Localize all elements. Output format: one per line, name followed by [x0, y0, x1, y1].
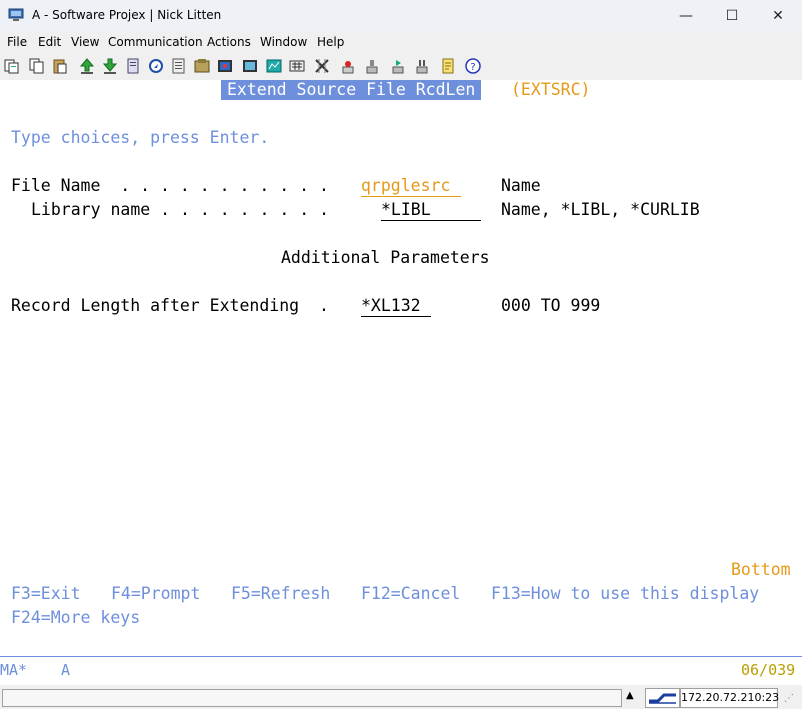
status-bar: ▲ 172.20.72.210:23 ⋰: [0, 685, 802, 709]
copy-icon[interactable]: [4, 58, 20, 74]
fkey-f13[interactable]: F13=How to use this display: [491, 584, 759, 604]
window-title: A - Software Projex | Nick Litten: [32, 8, 222, 22]
additional-parameters-heading: Additional Parameters: [281, 248, 490, 267]
svg-text:?: ?: [470, 62, 475, 73]
menu-view[interactable]: View: [71, 35, 99, 49]
up-arrow-icon: ▲: [626, 690, 634, 701]
connection-status-icon: [645, 688, 680, 708]
close-button[interactable]: ✕: [756, 4, 800, 28]
status-message-field: [2, 689, 622, 707]
fkey-f5[interactable]: F5=Refresh: [231, 584, 330, 604]
maximize-button[interactable]: ☐: [710, 4, 754, 28]
record-length-label: Record Length after Extending .: [11, 296, 329, 315]
menu-communication[interactable]: Communication: [108, 35, 203, 49]
toolbar: ?: [0, 52, 802, 81]
paste-icon[interactable]: [52, 58, 68, 74]
display-icon[interactable]: [194, 58, 210, 74]
record-length-input[interactable]: *XL132: [361, 296, 431, 317]
menu-help[interactable]: Help: [317, 35, 344, 49]
operator-info-area: MA* A 06/039: [0, 657, 802, 685]
file-name-label: File Name . . . . . . . . . . .: [11, 176, 329, 195]
command-name: (EXTSRC): [511, 80, 591, 99]
send-file-icon[interactable]: [79, 58, 95, 74]
library-label: Library name . . . . . . . . .: [31, 200, 330, 219]
stop-icon[interactable]: [390, 58, 406, 74]
play-macro-icon[interactable]: [171, 58, 187, 74]
copy-append-icon[interactable]: [29, 58, 45, 74]
session-letter: A: [61, 661, 71, 679]
file-name-input[interactable]: qrpglesrc: [361, 176, 461, 197]
title-bar: A - Software Projex | Nick Litten — ☐ ✕: [0, 0, 802, 32]
menu-window[interactable]: Window: [260, 35, 307, 49]
bottom-indicator: Bottom: [731, 560, 791, 579]
help-icon[interactable]: ?: [465, 58, 481, 74]
terminal-screen[interactable]: Extend Source File RcdLen (EXTSRC) Type …: [0, 80, 802, 656]
record-length-hint: 000 TO 999: [501, 296, 601, 315]
play-icon[interactable]: [414, 58, 430, 74]
receive-file-icon[interactable]: [102, 58, 118, 74]
instruction-text: Type choices, press Enter.: [11, 128, 270, 147]
tools-icon[interactable]: [340, 58, 356, 74]
print-screen-icon[interactable]: [125, 58, 141, 74]
record-icon[interactable]: [364, 58, 380, 74]
fkey-f12[interactable]: F12=Cancel: [361, 584, 460, 604]
bug-icon[interactable]: [217, 58, 233, 74]
minimize-button[interactable]: —: [664, 4, 708, 28]
library-input[interactable]: *LIBL: [381, 200, 481, 221]
cursor-position: 06/039: [741, 661, 796, 679]
keyboard-map-icon[interactable]: [289, 58, 305, 74]
resize-grip-icon[interactable]: ⋰: [784, 693, 794, 704]
fkey-f24[interactable]: F24=More keys: [11, 608, 140, 628]
record-macro-icon[interactable]: [148, 58, 164, 74]
menu-actions[interactable]: Actions: [207, 35, 251, 49]
macro-record-icon[interactable]: [242, 58, 258, 74]
fkey-f3[interactable]: F3=Exit: [11, 584, 81, 604]
fkey-f4[interactable]: F4=Prompt: [111, 584, 200, 604]
library-hint: Name, *LIBL, *CURLIB: [501, 200, 700, 219]
menu-bar: File Edit View Communication Actions Win…: [0, 32, 802, 52]
menu-edit[interactable]: Edit: [38, 35, 61, 49]
menu-file[interactable]: File: [7, 35, 27, 49]
host-address: 172.20.72.210:23: [680, 688, 779, 708]
screen-title: Extend Source File RcdLen: [221, 80, 482, 100]
terminal-app-icon: [8, 8, 24, 21]
notes-icon[interactable]: [440, 58, 456, 74]
file-name-hint: Name: [501, 176, 541, 195]
grid-icon[interactable]: [314, 58, 330, 74]
chart-icon[interactable]: [266, 58, 282, 74]
session-indicator: MA*: [0, 661, 28, 679]
